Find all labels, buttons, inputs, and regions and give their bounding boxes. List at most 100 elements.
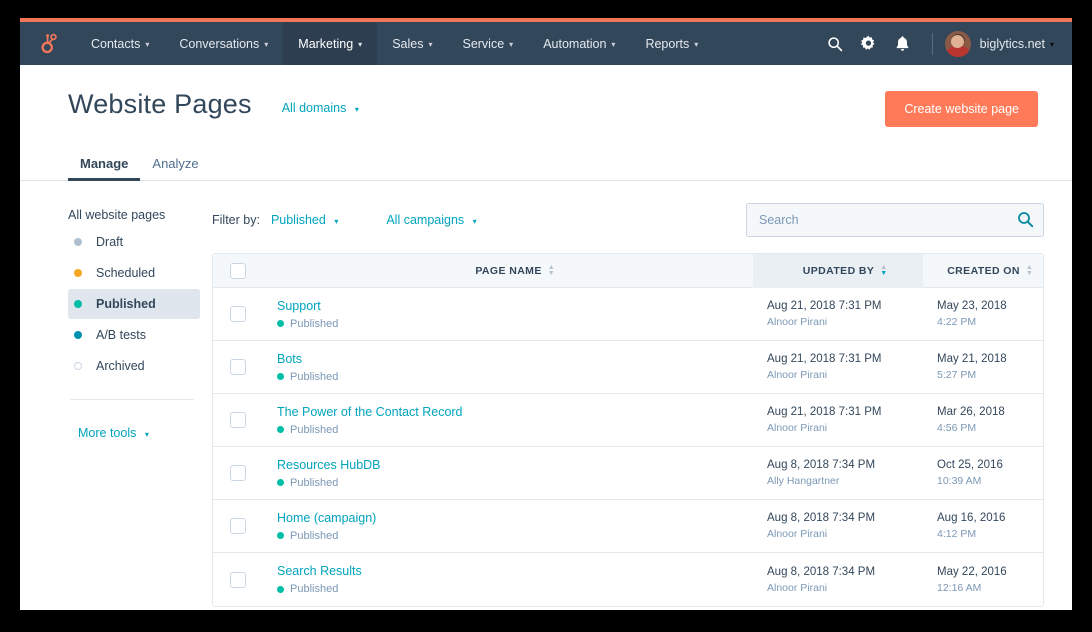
tab-manage[interactable]: Manage: [68, 156, 141, 181]
domain-filter-dropdown[interactable]: All domains ▾: [282, 101, 359, 115]
chevron-down-icon: ▾: [1049, 40, 1054, 49]
row-status: Published: [277, 583, 753, 595]
campaign-filter-dropdown[interactable]: All campaigns ▾: [386, 213, 476, 227]
campaign-filter-label: All campaigns: [386, 213, 465, 227]
search-input[interactable]: [746, 203, 1044, 237]
status-dot-published: [277, 479, 284, 486]
chevron-down-icon: ▾: [694, 40, 699, 49]
table-row[interactable]: Search Results Published Aug 8, 2018 7:3…: [213, 553, 1043, 606]
status-dot-published: [277, 373, 284, 380]
page-name-link[interactable]: Home (campaign): [277, 511, 753, 525]
nav-divider: [931, 32, 933, 55]
tab-analyze[interactable]: Analyze: [140, 156, 210, 180]
created-date: May 21, 2018: [937, 353, 1007, 365]
created-time: 5:27 PM: [937, 369, 977, 381]
created-date: Oct 25, 2016: [937, 459, 1003, 471]
page-name-link[interactable]: The Power of the Contact Record: [277, 405, 753, 419]
row-checkbox[interactable]: [230, 571, 246, 588]
status-filter-label: Published: [270, 213, 326, 227]
chevron-down-icon: ▾: [472, 217, 477, 226]
filter-by-label: Filter by:: [212, 213, 260, 227]
nav-item-contacts[interactable]: Contacts ▾: [76, 22, 164, 65]
sidebar-item-ab-tests[interactable]: A/B tests: [68, 320, 200, 350]
account-menu[interactable]: biglytics.net ▾: [944, 30, 1054, 57]
nav-item-label: Service: [462, 36, 505, 51]
table-row[interactable]: Home (campaign) Published Aug 8, 2018 7:…: [213, 500, 1043, 553]
nav-item-label: Reports: [645, 36, 690, 51]
cell-page-name: Support Published: [263, 288, 753, 340]
cell-created-on: May 23, 2018 4:22 PM: [923, 288, 1043, 340]
status-label: Published: [290, 476, 339, 489]
bell-icon[interactable]: [886, 22, 920, 65]
row-status: Published: [277, 530, 753, 542]
domain-filter-label: All domains: [281, 101, 347, 115]
nav-item-automation[interactable]: Automation ▾: [528, 22, 630, 65]
status-label: Published: [290, 317, 339, 330]
page-title: Website Pages: [68, 89, 252, 119]
sort-icon-page-name[interactable]: ▲ ▼: [548, 264, 555, 277]
table-row[interactable]: The Power of the Contact Record Publishe…: [213, 394, 1043, 447]
cell-updated-by: Aug 21, 2018 7:31 PM Alnoor Pirani: [753, 288, 923, 340]
hubspot-sprocket-logo[interactable]: [20, 22, 76, 65]
pages-table: PAGE NAME ▲ ▼ UPDATED BY ▲ ▼ CREATED ON …: [212, 253, 1044, 607]
sidebar-item-scheduled[interactable]: Scheduled: [68, 258, 200, 288]
status-filter-dropdown[interactable]: Published ▾: [271, 213, 338, 227]
nav-item-service[interactable]: Service ▾: [447, 22, 528, 65]
sort-icon-updated-by[interactable]: ▲ ▼: [880, 264, 887, 277]
page-name-link[interactable]: Support: [277, 299, 753, 313]
search-icon[interactable]: [1017, 211, 1034, 233]
column-header-page-name[interactable]: PAGE NAME ▲ ▼: [263, 254, 753, 287]
created-date: May 22, 2016: [937, 565, 1007, 578]
sidebar-item-label: Draft: [96, 235, 124, 249]
table-header-row: PAGE NAME ▲ ▼ UPDATED BY ▲ ▼ CREATED ON …: [213, 254, 1043, 288]
status-dot-published: [74, 300, 82, 308]
chevron-down-icon: ▾: [145, 40, 150, 49]
select-all-checkbox[interactable]: [230, 262, 246, 279]
tab-label: Analyze: [152, 156, 199, 171]
nav-item-sales[interactable]: Sales ▾: [377, 22, 447, 65]
cell-page-name: The Power of the Contact Record Publishe…: [263, 394, 753, 446]
nav-item-marketing[interactable]: Marketing ▾: [283, 22, 378, 65]
column-header-updated-by[interactable]: UPDATED BY ▲ ▼: [753, 254, 923, 288]
column-header-created-on[interactable]: CREATED ON ▲ ▼: [923, 254, 1043, 287]
nav-item-label: Automation: [543, 36, 607, 51]
page-header: Website Pages All domains ▾ Create websi…: [20, 65, 1072, 127]
cell-created-on: Oct 25, 2016 10:39 AM: [923, 447, 1043, 499]
page-name-link[interactable]: Bots: [277, 352, 753, 366]
row-status: Published: [277, 371, 753, 383]
sidebar-item-draft[interactable]: Draft: [68, 227, 200, 257]
page-name-link[interactable]: Search Results: [277, 564, 753, 578]
row-select-cell: [213, 394, 263, 446]
table-row[interactable]: Bots Published Aug 21, 2018 7:31 PM Alno…: [213, 341, 1043, 394]
row-checkbox[interactable]: [230, 306, 246, 322]
row-checkbox[interactable]: [230, 518, 246, 534]
sidebar-item-all-website-pages[interactable]: All website pages: [68, 203, 200, 227]
nav-item-conversations[interactable]: Conversations ▾: [164, 22, 283, 65]
nav-item-reports[interactable]: Reports ▾: [630, 22, 713, 65]
row-select-cell: [213, 500, 263, 552]
row-checkbox[interactable]: [230, 359, 246, 375]
row-checkbox[interactable]: [230, 412, 246, 428]
cell-page-name: Home (campaign) Published: [263, 500, 753, 552]
sidebar: All website pages Draft Scheduled Publis…: [20, 203, 212, 607]
avatar-face: [951, 34, 965, 48]
search-glyph: [828, 36, 842, 51]
created-date: Aug 16, 2016: [937, 512, 1006, 524]
search-icon[interactable]: [818, 22, 852, 65]
table-row[interactable]: Support Published Aug 21, 2018 7:31 PM A…: [213, 288, 1043, 341]
sort-icon-created-on[interactable]: ▲ ▼: [1025, 264, 1033, 277]
sort-desc-arrow: ▼: [1025, 269, 1033, 277]
sidebar-item-published[interactable]: Published: [68, 289, 200, 319]
create-website-page-button[interactable]: Create website page: [885, 91, 1038, 127]
gear-icon[interactable]: [852, 22, 886, 65]
row-select-cell: [213, 447, 263, 499]
page-name-link[interactable]: Resources HubDB: [277, 458, 753, 472]
created-time: 12:16 AM: [937, 581, 982, 594]
cell-page-name: Bots Published: [263, 341, 753, 393]
row-checkbox[interactable]: [230, 465, 246, 481]
more-tools-dropdown[interactable]: More tools ▾: [68, 426, 200, 440]
updated-date: Aug 8, 2018 7:34 PM: [767, 512, 876, 524]
sidebar-item-archived[interactable]: Archived: [68, 351, 200, 381]
filter-bar: Filter by: Published ▾ All campaigns ▾: [212, 203, 1044, 237]
table-row[interactable]: Resources HubDB Published Aug 8, 2018 7:…: [213, 447, 1043, 500]
